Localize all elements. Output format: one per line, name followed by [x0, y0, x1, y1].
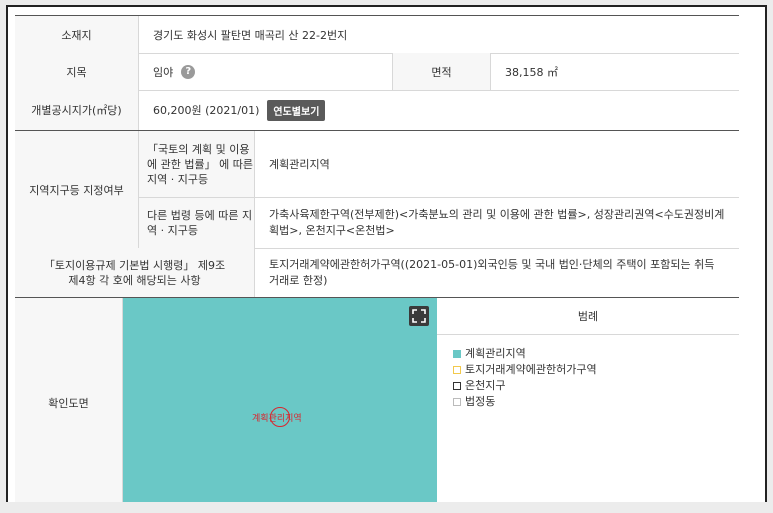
legend-item-label: 토지거래계약에관한허가구역 [465, 363, 597, 376]
legend-item-label: 온천지구 [465, 379, 506, 392]
row-zoning: 지역지구등 지정여부 「국토의 계획 및 이용에 관한 법률」 에 따른 지역 … [15, 131, 739, 249]
land-category-cell: 임야 ? [139, 53, 393, 90]
land-category-label: 지목 [15, 53, 139, 90]
legend-list: 계획관리지역 토지거래계약에관한허가구역 온천지구 법정동 [453, 346, 597, 410]
land-use-frame: 소재지 경기도 화성시 팔탄면 매곡리 산 22-2번지 지목 임야 ? 면적 … [6, 5, 767, 502]
location-label: 소재지 [15, 16, 139, 53]
map-label: 확인도면 [15, 298, 123, 502]
legend-item: 법정동 [453, 394, 597, 410]
legend-swatch-icon [453, 350, 461, 358]
confirmation-map[interactable]: 계획관리지역 [123, 298, 437, 502]
regulation-value: 토지거래계약에관한허가구역((2021-05-01)외국인등 및 국내 법인·단… [269, 257, 715, 287]
map-zone-label: 계획관리지역 [252, 414, 302, 424]
legend-swatch-icon [453, 366, 461, 374]
area-value: 38,158 ㎡ [505, 65, 558, 79]
legend-swatch-icon [453, 398, 461, 406]
help-icon[interactable]: ? [181, 64, 196, 79]
zoning-national-row: 「국토의 계획 및 이용에 관한 법률」 에 따른 지역 · 지구등 계획관리지… [139, 131, 739, 198]
legend-item-label: 법정동 [465, 395, 496, 408]
row-location: 소재지 경기도 화성시 팔탄면 매곡리 산 22-2번지 [15, 16, 739, 54]
row-map: 확인도면 계획관리지역 범례 계획관리지역 토지거래계약에관한허가구역 온천지구… [15, 298, 739, 502]
other-law-label: 다른 법령 등에 따른 지역 · 지구등 [139, 198, 255, 248]
row-land-price: 개별공시지가(㎡당) 60,200원 (2021/01) 연도별보기 [15, 90, 739, 131]
legend-item-label: 계획관리지역 [465, 347, 526, 360]
other-law-value: 가축사육제한구역(전부제한)<가축분뇨의 관리 및 이용에 관한 법률>, 성장… [269, 208, 725, 237]
national-law-value: 계획관리지역 [269, 158, 330, 171]
legend-item: 계획관리지역 [453, 346, 597, 362]
regulation-label: 「토지이용규제 기본법 시행령」 제9조 제4항 각 호에 해당되는 사항 [15, 248, 255, 297]
legend-swatch-icon [453, 382, 461, 390]
fullscreen-icon[interactable] [409, 306, 429, 326]
land-price-cell: 60,200원 (2021/01) 연도별보기 [139, 90, 739, 130]
land-price-value: 60,200원 (2021/01) [153, 104, 260, 117]
zoning-other-row: 다른 법령 등에 따른 지역 · 지구등 가축사육제한구역(전부제한)<가축분뇨… [139, 198, 739, 248]
yearly-view-button[interactable]: 연도별보기 [267, 99, 326, 121]
legend-item: 온천지구 [453, 378, 597, 394]
area-label: 면적 [393, 53, 491, 90]
legend-item: 토지거래계약에관한허가구역 [453, 362, 597, 378]
land-price-label: 개별공시지가(㎡당) [15, 90, 139, 130]
zoning-label: 지역지구등 지정여부 [15, 131, 139, 248]
national-law-label: 「국토의 계획 및 이용에 관한 법률」 에 따른 지역 · 지구등 [139, 131, 255, 197]
row-category-area: 지목 임야 ? 면적 38,158 ㎡ [15, 53, 739, 91]
legend-title: 범례 [437, 298, 739, 335]
land-category-value: 임야 [153, 65, 174, 79]
location-value: 경기도 화성시 팔탄면 매곡리 산 22-2번지 [153, 28, 348, 42]
row-regulation: 「토지이용규제 기본법 시행령」 제9조 제4항 각 호에 해당되는 사항 토지… [15, 248, 739, 298]
land-info-table: 소재지 경기도 화성시 팔탄면 매곡리 산 22-2번지 지목 임야 ? 면적 … [15, 15, 739, 502]
